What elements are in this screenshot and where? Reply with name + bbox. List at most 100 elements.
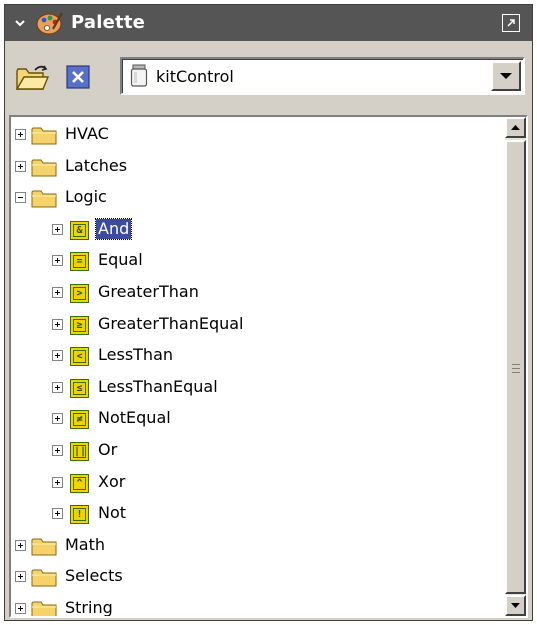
component-glyph: ! (73, 508, 86, 522)
tree-component-row[interactable]: ! Not (11, 498, 505, 529)
component-glyph: < (73, 350, 86, 364)
tree-item-label: HVAC (65, 124, 109, 143)
tree-item-label: Selects (65, 566, 123, 586)
grip-line (512, 372, 520, 373)
expand-toggle[interactable] (15, 571, 26, 583)
logic-component-icon: = (70, 252, 89, 272)
expand-toggle[interactable] (15, 160, 26, 172)
title-bar: Palette (5, 5, 532, 41)
toolbar: kitControl (5, 41, 532, 113)
expand-toggle[interactable] (52, 413, 63, 425)
logic-component-icon: ! (70, 505, 89, 525)
tree-folder-row[interactable]: String (11, 593, 505, 617)
component-glyph: ≠ (73, 413, 86, 427)
scroll-thumb[interactable] (505, 140, 526, 594)
module-select-value: kitControl (156, 67, 234, 86)
scroll-up-button[interactable] (505, 117, 526, 138)
tree-component-row[interactable]: ≥ GreaterThanEqual (11, 309, 505, 340)
expand-toggle[interactable] (52, 508, 63, 520)
logic-component-icon: > (70, 284, 89, 303)
folder-icon (31, 127, 57, 145)
close-icon[interactable] (66, 65, 90, 89)
tree-component-row[interactable]: ^ Xor (11, 467, 505, 498)
tree-item-label: Xor (98, 471, 126, 491)
component-glyph: ≤ (73, 381, 86, 395)
tree-component-row[interactable]: ≠ NotEqual (11, 403, 505, 434)
component-glyph: ≥ (73, 318, 86, 332)
chevron-down-icon[interactable] (13, 16, 27, 30)
tree-item-label: GreaterThan (98, 282, 199, 301)
component-glyph: = (73, 255, 86, 269)
open-folder-icon[interactable] (15, 63, 49, 93)
tree-folder-row[interactable]: HVAC (11, 119, 505, 150)
expand-toggle[interactable] (52, 476, 63, 488)
jar-icon (130, 64, 148, 87)
tree-item-label: Equal (98, 250, 143, 270)
grip-line (512, 368, 520, 369)
expand-toggle[interactable] (15, 539, 26, 551)
tree-component-row[interactable]: = Equal (11, 245, 505, 276)
folder-icon (31, 569, 57, 587)
vertical-scrollbar[interactable] (505, 117, 526, 616)
grip-line (512, 364, 520, 365)
tree-component-row[interactable]: < LessThan (11, 340, 505, 371)
collapse-toggle[interactable] (15, 192, 26, 204)
palette-icon (36, 12, 63, 35)
folder-icon (31, 601, 57, 616)
component-glyph: ^ (73, 476, 86, 490)
expand-toggle[interactable] (52, 255, 63, 267)
chevron-down-icon (500, 73, 512, 79)
component-glyph: & (73, 223, 86, 237)
tree-item-label: String (65, 598, 113, 617)
tree-item-label: And (94, 217, 133, 240)
logic-component-icon: ≥ (70, 315, 89, 335)
tree-component-row[interactable]: ≤ LessThanEqual (11, 372, 505, 403)
scroll-down-button[interactable] (505, 595, 526, 616)
tree-item-label: LessThanEqual (98, 376, 218, 396)
expand-toggle[interactable] (15, 603, 26, 614)
tree-component-row[interactable]: || Or (11, 435, 505, 466)
logic-component-icon: < (70, 347, 89, 367)
expand-toggle[interactable] (52, 318, 63, 330)
tree-item-label: Latches (65, 155, 128, 175)
arrow-down-icon (511, 603, 520, 608)
folder-icon (31, 538, 57, 556)
palette-panel: Palette kitControl HVAC Latches Logic & … (4, 4, 533, 621)
tree-folder-row[interactable]: Selects (11, 561, 505, 592)
tree-component-row[interactable]: & And (11, 214, 505, 245)
tree-item-label: LessThan (98, 345, 174, 365)
expand-toggle[interactable] (52, 287, 63, 298)
expand-toggle[interactable] (52, 223, 63, 235)
arrow-up-icon (511, 125, 520, 130)
maximize-button[interactable] (502, 14, 520, 32)
expand-toggle[interactable] (52, 350, 63, 362)
expand-toggle[interactable] (52, 445, 63, 456)
tree-item-label: NotEqual (98, 408, 171, 428)
tree-folder-row[interactable]: Logic (11, 182, 505, 213)
folder-icon (31, 159, 57, 177)
tree-item-label: Logic (65, 187, 107, 207)
panel-title: Palette (71, 12, 146, 33)
tree-rows: HVAC Latches Logic & And = Equal > GreaterThan ≥ G… (11, 117, 505, 617)
expand-toggle[interactable] (15, 129, 26, 140)
component-glyph: > (73, 287, 86, 300)
tree-item-label: Math (65, 534, 106, 554)
dropdown-button[interactable] (491, 61, 521, 91)
tree-component-row[interactable]: > GreaterThan (11, 277, 505, 308)
logic-component-icon: || (70, 442, 89, 461)
tree-folder-row[interactable]: Latches (11, 151, 505, 182)
tree-item-label: GreaterThanEqual (98, 313, 244, 333)
tree-folder-row[interactable]: Math (11, 530, 505, 561)
module-select[interactable]: kitControl (120, 57, 525, 95)
palette-tree: HVAC Latches Logic & And = Equal > GreaterThan ≥ G… (9, 115, 528, 618)
folder-icon (31, 190, 57, 208)
tree-item-label: Not (98, 503, 127, 523)
logic-component-icon: ≠ (70, 410, 89, 430)
expand-toggle[interactable] (52, 381, 63, 393)
component-glyph: || (73, 445, 87, 458)
logic-component-icon: & (70, 220, 89, 240)
logic-component-icon: ≤ (70, 378, 89, 398)
tree-item-label: Or (98, 440, 118, 459)
logic-component-icon: ^ (70, 473, 89, 493)
maximize-icon (507, 19, 515, 27)
